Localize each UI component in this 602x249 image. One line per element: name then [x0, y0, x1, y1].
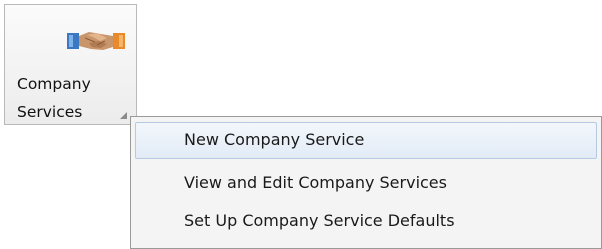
company-services-menu: New Company Service View and Edit Compan… [130, 116, 602, 249]
menu-item-label: New Company Service [184, 130, 365, 149]
dropdown-arrow-icon [120, 112, 127, 119]
handshake-icon [67, 32, 125, 50]
menu-item-label: View and Edit Company Services [184, 173, 447, 192]
stage: Company Services New Company Service Vie… [0, 0, 602, 249]
company-services-button[interactable]: Company Services [4, 4, 137, 125]
menu-item-view-edit-company-services[interactable]: View and Edit Company Services [135, 165, 597, 202]
button-label-line1: Company [17, 75, 91, 93]
menu-item-new-company-service[interactable]: New Company Service [135, 122, 597, 159]
menu-item-label: Set Up Company Service Defaults [184, 211, 455, 230]
menu-item-set-up-defaults[interactable]: Set Up Company Service Defaults [135, 203, 597, 240]
button-label-line2: Services [17, 103, 83, 121]
